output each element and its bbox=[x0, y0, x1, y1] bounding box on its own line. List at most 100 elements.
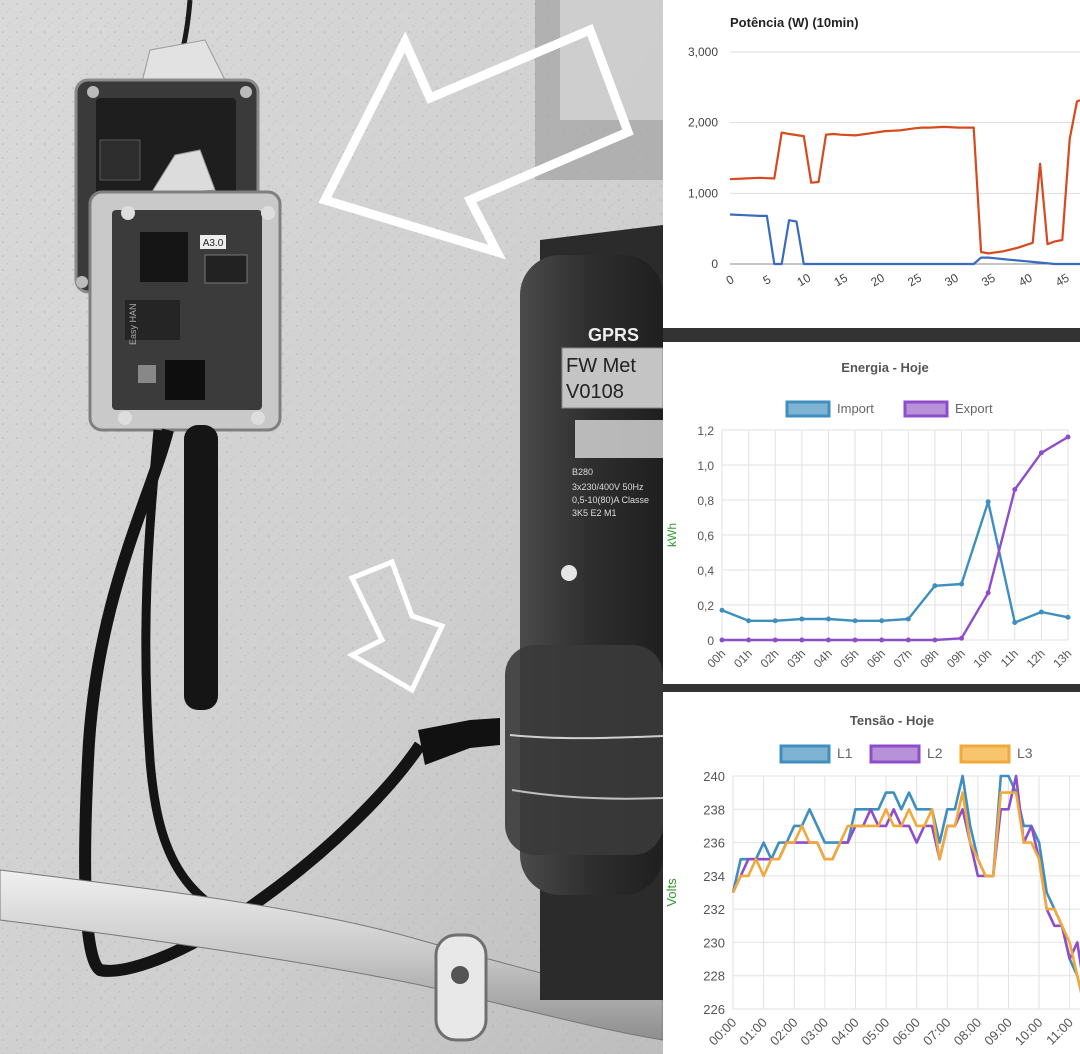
data-point bbox=[852, 637, 858, 643]
x-tick-label: 01h bbox=[731, 646, 755, 670]
x-tick-label: 15 bbox=[831, 270, 850, 289]
antenna bbox=[184, 425, 218, 710]
data-point bbox=[719, 637, 725, 643]
x-tick-label: 10h bbox=[970, 646, 994, 670]
data-point bbox=[905, 637, 911, 643]
data-point bbox=[1038, 609, 1044, 615]
series-line bbox=[722, 435, 1069, 642]
data-point bbox=[772, 637, 778, 643]
chart-title: Tensão - Hoje bbox=[850, 713, 934, 728]
voltage-chart-panel: Tensão - Hoje 226 228 230 232 234 236 238 240 00… bbox=[663, 692, 1080, 1054]
legend-label: L2 bbox=[927, 745, 943, 761]
front-device: A3.0 Easy HAN bbox=[88, 149, 282, 432]
x-tick-label: 0 bbox=[724, 272, 737, 288]
data-point bbox=[1012, 620, 1018, 625]
x-tick-label: 10 bbox=[795, 270, 814, 289]
data-point bbox=[852, 618, 858, 624]
energy-chart: Energia - Hoje 0 0,2 0,4 0,6 0,8 1,0 1,2 00h 01h… bbox=[665, 360, 1074, 671]
x-tick-label: 09h bbox=[944, 646, 968, 670]
x-tick-label: 35 bbox=[979, 270, 998, 289]
legend-swatch bbox=[903, 400, 949, 418]
x-tick-label: 45 bbox=[1053, 270, 1072, 289]
data-point bbox=[825, 637, 831, 643]
x-tick-label: 00h bbox=[704, 646, 728, 670]
x-tick-label: 08:00 bbox=[951, 1015, 985, 1049]
meter-display-line1: FW Met bbox=[566, 355, 636, 377]
x-tick-label: 05:00 bbox=[859, 1015, 893, 1049]
x-tick-label: 03h bbox=[784, 646, 808, 670]
data-point bbox=[959, 581, 965, 587]
data-point bbox=[905, 616, 911, 622]
y-tick-label: 238 bbox=[703, 802, 725, 817]
data-point bbox=[746, 618, 752, 624]
series-line bbox=[729, 213, 1080, 266]
meter-brand: GPRS bbox=[588, 325, 639, 345]
power-chart-panel: Potência (W) (10min) 0 1,000 2,000 3,000 0 5 1… bbox=[663, 0, 1080, 328]
data-point bbox=[1065, 614, 1071, 620]
x-tick-label: 10:00 bbox=[1012, 1015, 1046, 1049]
x-tick-label: 5 bbox=[761, 272, 774, 288]
x-tick-label: 07h bbox=[891, 646, 915, 670]
y-tick-label: 226 bbox=[703, 1002, 725, 1017]
y-tick-label: 1,0 bbox=[697, 459, 714, 473]
meter-spec-2: 3x230/400V 50Hz bbox=[572, 482, 644, 492]
x-tick-label: 05h bbox=[837, 646, 861, 670]
device-photo: A3.0 Easy HAN GPRS FW Met V0108 B280 3x2… bbox=[0, 0, 663, 1054]
legend-swatch bbox=[959, 744, 1011, 764]
device-label: Easy HAN bbox=[128, 303, 138, 345]
data-point bbox=[1038, 450, 1044, 456]
y-tick-label: 240 bbox=[703, 769, 725, 784]
data-point bbox=[719, 607, 725, 613]
y-tick-label: 0 bbox=[711, 257, 718, 271]
x-tick-label: 20 bbox=[868, 270, 887, 289]
data-point bbox=[825, 616, 831, 622]
legend-swatch bbox=[779, 744, 831, 764]
y-tick-label: 1,2 bbox=[697, 424, 714, 438]
y-tick-label: 0,6 bbox=[697, 529, 714, 543]
x-tick-label: 25 bbox=[905, 270, 924, 289]
legend-swatch bbox=[869, 744, 921, 764]
series-line bbox=[731, 774, 1080, 994]
voltage-chart: Tensão - Hoje 226 228 230 232 234 236 238 240 00… bbox=[664, 713, 1080, 1049]
separator bbox=[663, 328, 1080, 342]
data-point bbox=[959, 635, 965, 641]
energy-chart-panel: Energia - Hoje 0 0,2 0,4 0,6 0,8 1,0 1,2 00h 01h… bbox=[663, 342, 1080, 684]
data-point bbox=[772, 618, 778, 624]
x-tick-label: 06h bbox=[864, 646, 888, 670]
legend-label: Export bbox=[955, 401, 993, 416]
y-tick-label: 0,4 bbox=[697, 564, 714, 578]
data-point bbox=[985, 499, 991, 505]
legend-label: Import bbox=[837, 401, 874, 416]
x-tick-label: 13h bbox=[1050, 646, 1074, 670]
meter-spec-3: 0,5-10(80)A Classe bbox=[572, 495, 649, 505]
meter-display-line2: V0108 bbox=[566, 381, 624, 403]
data-point bbox=[879, 637, 885, 643]
x-tick-label: 02:00 bbox=[767, 1015, 801, 1049]
y-tick-label: 0 bbox=[707, 634, 714, 648]
y-tick-label: 228 bbox=[703, 969, 725, 984]
series-line bbox=[731, 774, 1080, 969]
x-tick-label: 04:00 bbox=[828, 1015, 862, 1049]
legend-label: L3 bbox=[1017, 745, 1033, 761]
data-point bbox=[1065, 434, 1071, 440]
chart-title: Energia - Hoje bbox=[841, 360, 928, 375]
data-point bbox=[932, 583, 938, 589]
x-tick-label: 09:00 bbox=[981, 1015, 1015, 1049]
meter-spec-1: B280 bbox=[572, 467, 593, 477]
y-tick-label: 0,2 bbox=[697, 599, 714, 613]
y-tick-label: 2,000 bbox=[688, 116, 718, 130]
x-tick-label: 04h bbox=[811, 646, 835, 670]
y-tick-label: 232 bbox=[703, 902, 725, 917]
data-point bbox=[879, 618, 885, 624]
power-chart: Potência (W) (10min) 0 1,000 2,000 3,000 0 5 1… bbox=[688, 15, 1080, 289]
separator bbox=[663, 684, 1080, 692]
y-tick-label: 230 bbox=[703, 935, 725, 950]
y-axis-label: kWh bbox=[665, 523, 679, 547]
x-tick-label: 30 bbox=[942, 270, 961, 289]
y-tick-label: 3,000 bbox=[688, 45, 718, 59]
y-tick-label: 234 bbox=[703, 869, 725, 884]
x-tick-label: 01:00 bbox=[736, 1015, 770, 1049]
y-axis-label: Volts bbox=[664, 878, 679, 907]
x-tick-label: 00:00 bbox=[706, 1015, 740, 1049]
x-tick-label: 03:00 bbox=[798, 1015, 832, 1049]
